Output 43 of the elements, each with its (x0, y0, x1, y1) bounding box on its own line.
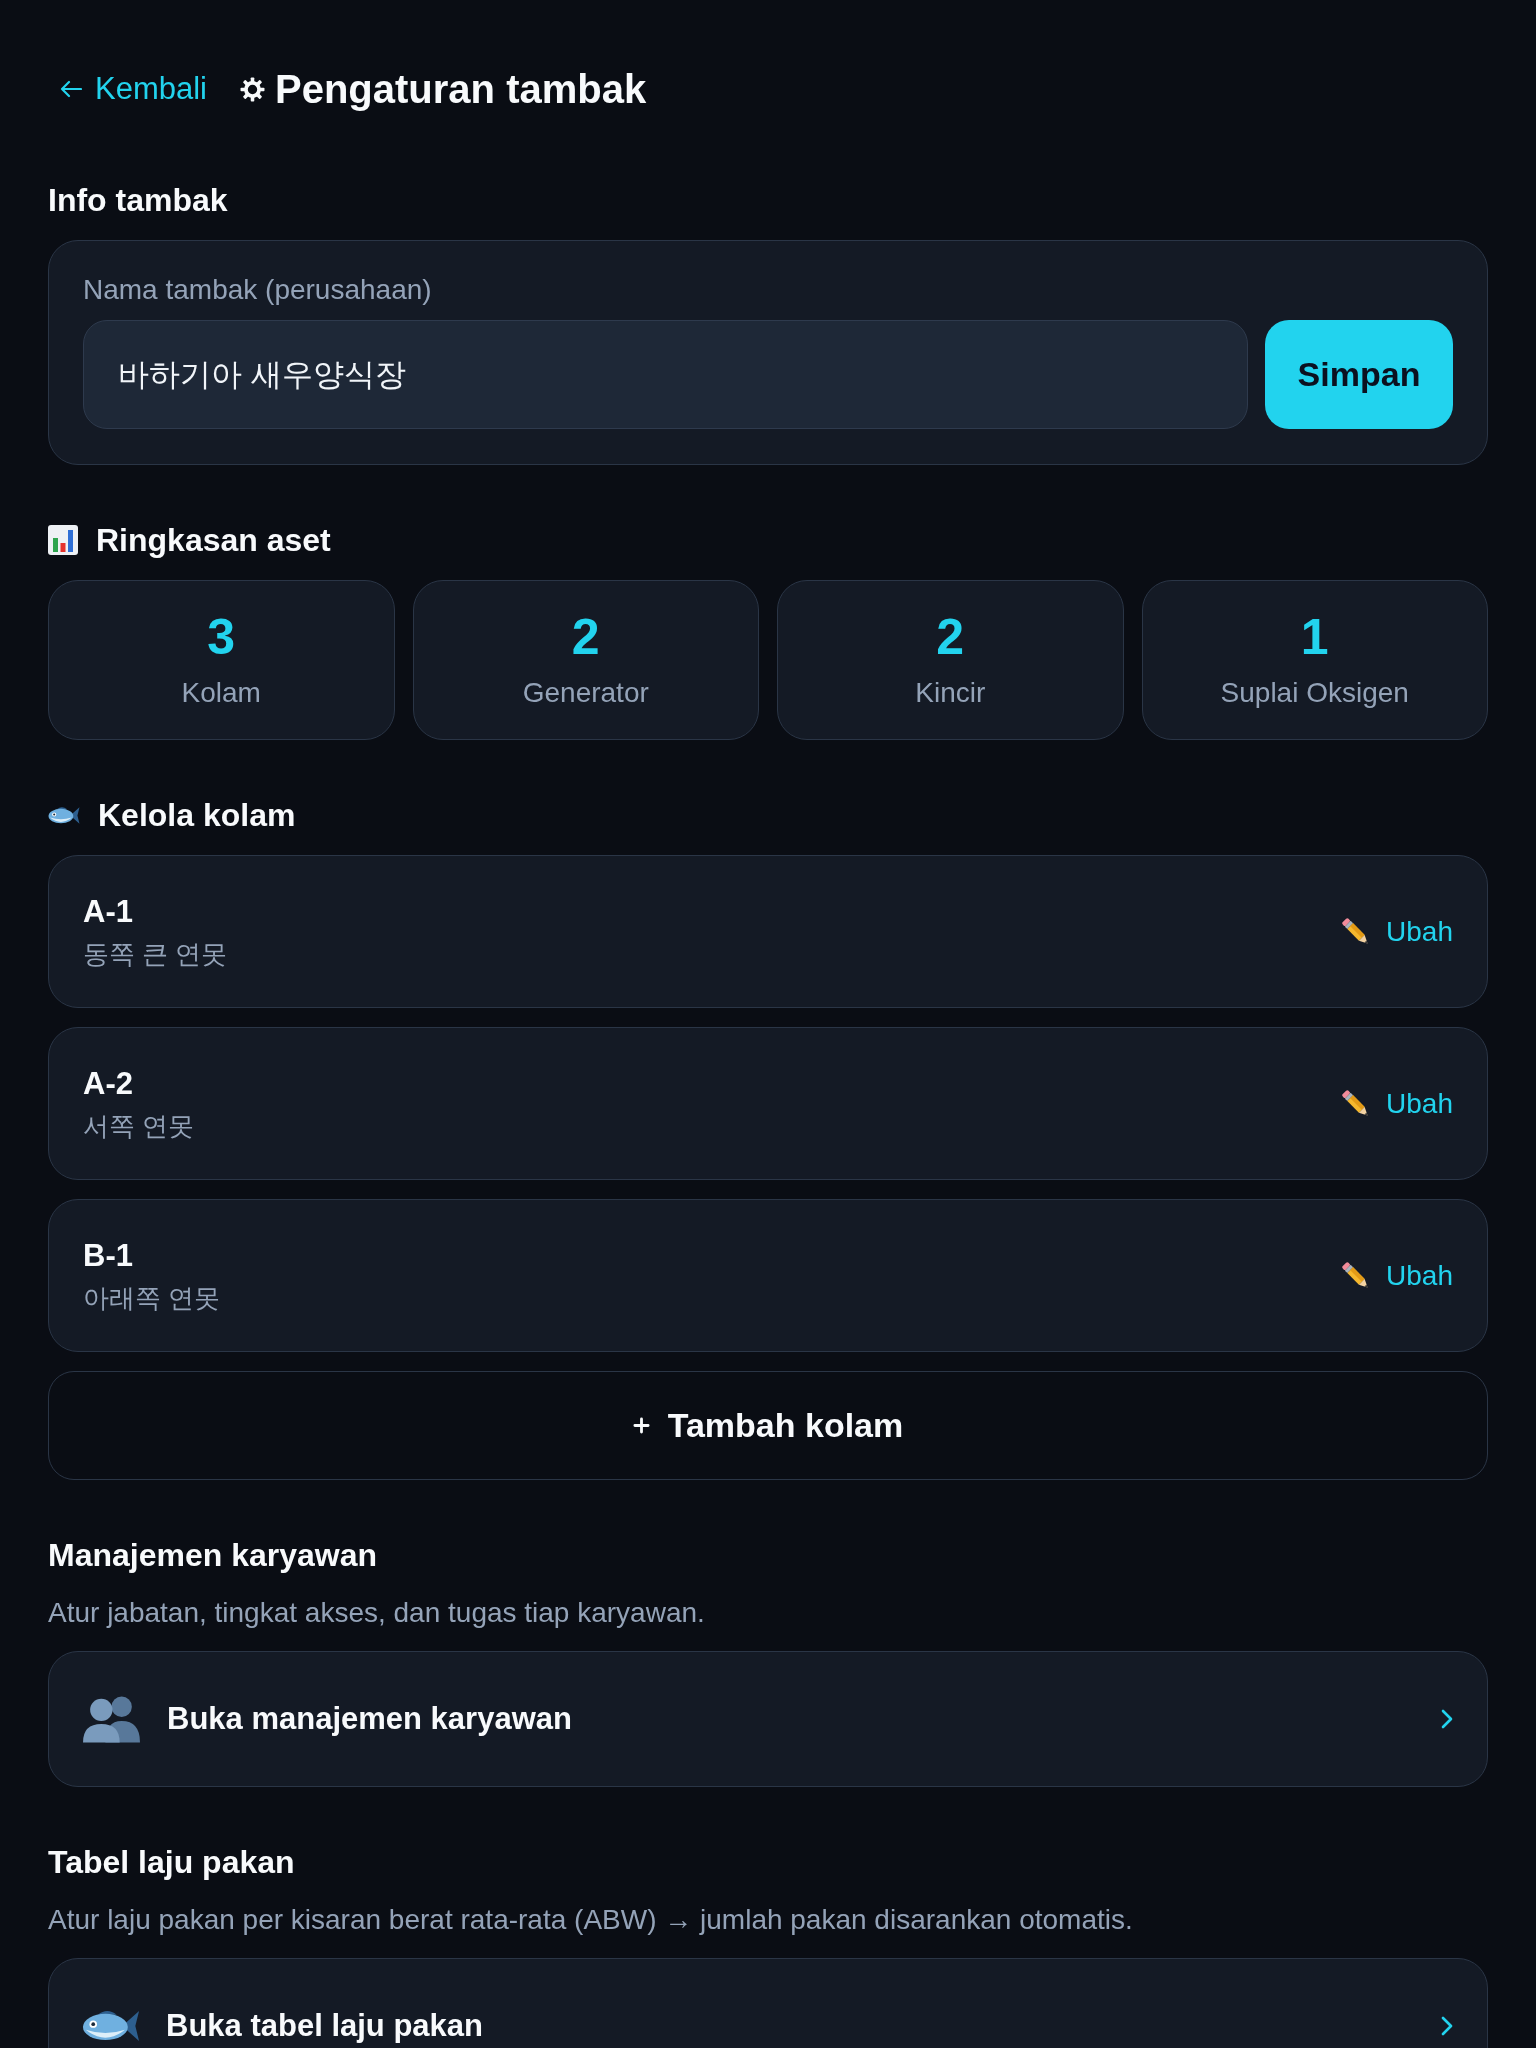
edit-button[interactable]: Ubah (1342, 1085, 1453, 1122)
section-description: Atur jabatan, tingkat akses, dan tugas tiap karyawan. (48, 1596, 706, 1630)
pond-name: B-1 (83, 1236, 133, 1275)
pond-description: 동쪽 큰 연못 (83, 937, 228, 971)
section-heading: Ringkasan aset (96, 521, 331, 560)
edit-button[interactable]: Ubah (1342, 1257, 1453, 1294)
add-pond-button[interactable]: Tambah kolam (48, 1371, 1488, 1480)
gear-icon (240, 76, 265, 102)
stat-label: Kolam (181, 676, 261, 710)
stat-label: Kincir (915, 676, 986, 710)
chevron-right-icon (1441, 1709, 1453, 1729)
link-card-button[interactable]: Buka manajemen karyawan (48, 1651, 1488, 1787)
save-button[interactable]: Simpan (1265, 320, 1453, 429)
edit-button[interactable]: Ubah (1342, 913, 1453, 950)
arrow-left-icon (60, 80, 82, 98)
stat-value: 3 (207, 609, 236, 665)
stat-value: 2 (571, 609, 600, 665)
link-card-button[interactable]: Buka tabel laju pakan (48, 1958, 1488, 2048)
bar-chart-icon (48, 525, 78, 555)
pond-name: A-2 (83, 1064, 133, 1103)
pencil-icon (1342, 1261, 1371, 1290)
stat-value: 1 (1300, 609, 1329, 665)
section-heading: Kelola kolam (98, 796, 296, 835)
name-input[interactable]: 바하기아 새우양식장 (83, 320, 1248, 429)
pond-description: 서쪽 연못 (83, 1109, 195, 1143)
field-label: Nama tambak (perusahaan) (83, 276, 432, 304)
stat-value: 2 (936, 609, 965, 665)
fish-icon (48, 804, 80, 826)
section-heading: Tabel laju pakan (48, 1843, 295, 1882)
stat-label: Generator (522, 676, 649, 710)
chevron-right-icon (1441, 2016, 1453, 2036)
pencil-icon (1342, 1089, 1371, 1118)
stat-label: Suplai Oksigen (1220, 676, 1409, 710)
section-heading: Info tambak (48, 181, 228, 220)
people-icon (82, 1695, 141, 1743)
back-link[interactable]: Kembali (60, 69, 207, 109)
section-heading: Manajemen karyawan (48, 1536, 378, 1575)
pond-description: 아래쪽 연못 (83, 1281, 221, 1315)
section-description: Atur laju pakan per kisaran berat rata-rata (ABW) → jumlah pakan disarankan otomatis. (48, 1903, 1134, 1937)
plus-icon (632, 1417, 650, 1434)
pond-name: A-1 (83, 892, 133, 931)
page-title: Pengaturan tambak (275, 66, 647, 113)
pencil-icon (1342, 917, 1371, 946)
